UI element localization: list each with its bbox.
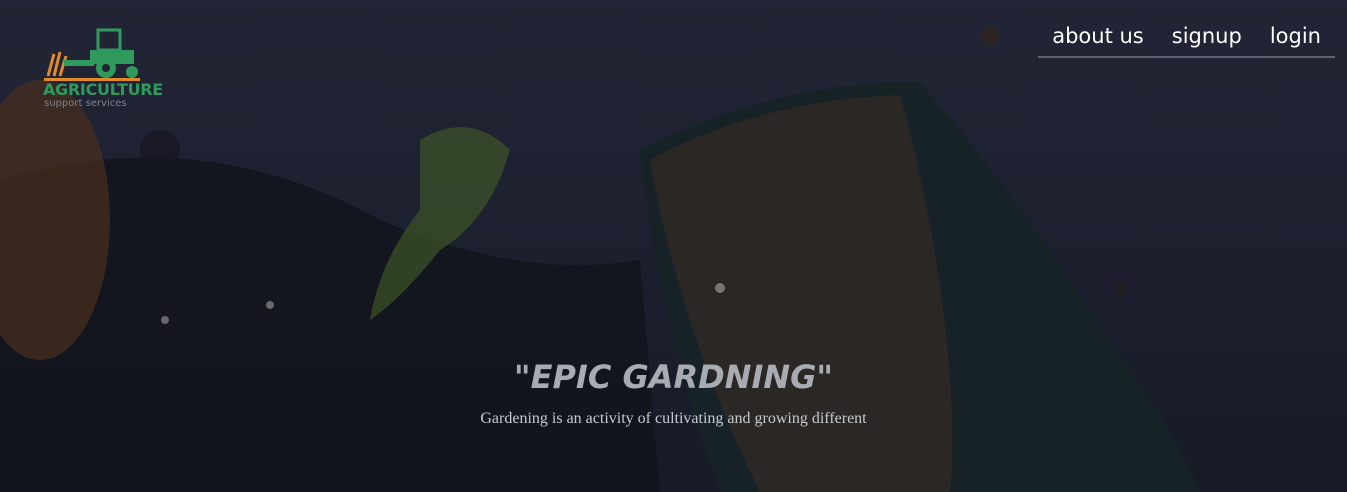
hero-description: Gardening is an activity of cultivating … [480,410,867,427]
logo-subtitle: support services [44,98,127,109]
hero-section: AGRICULTURE support services about us si… [0,0,1347,492]
nav-signup-link[interactable]: signup [1172,24,1242,48]
logo-title: AGRICULTURE [43,80,163,99]
hero-headline: "EPIC GARDNING" [513,358,834,396]
nav-login-link[interactable]: login [1270,24,1321,48]
nav-about-us-link[interactable]: about us [1052,24,1144,48]
top-navigation: about us signup login [1038,24,1335,58]
